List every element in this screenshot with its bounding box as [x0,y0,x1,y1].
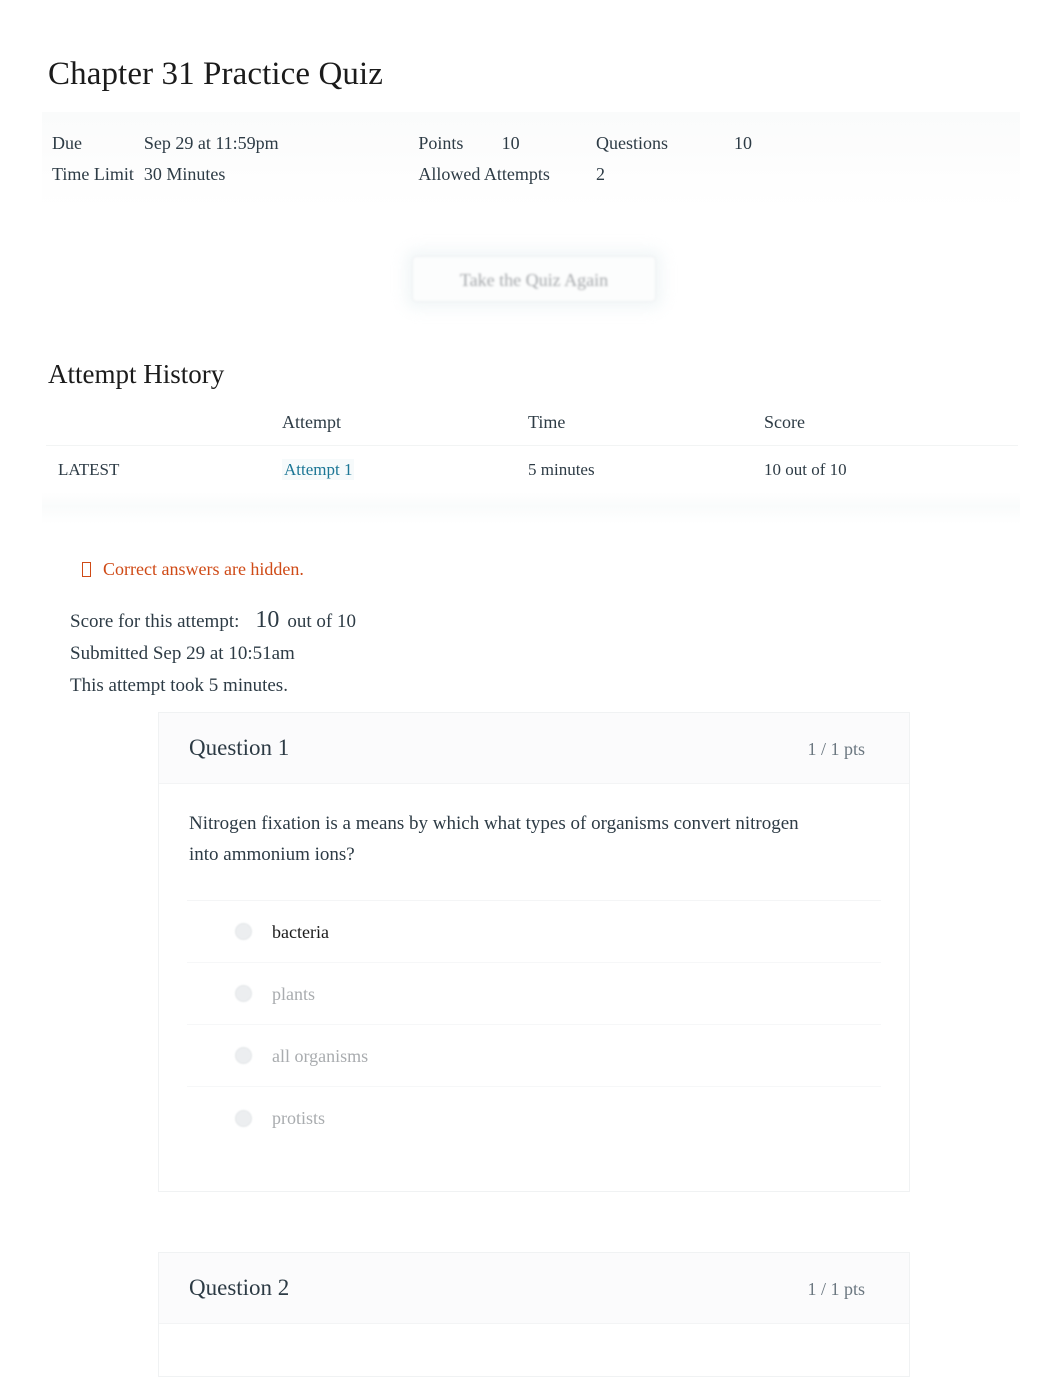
quiz-details-row-2: Time Limit 30 Minutes Allowed Attempts 2 [52,159,752,190]
quiz-results-page: Chapter 31 Practice Quiz Due Sep 29 at 1… [0,0,1062,1377]
allowed-attempts-label: Allowed Attempts [418,164,550,184]
attempt-history-footer-band [42,492,1020,524]
quiz-details-table: Due Sep 29 at 11:59pm Points 10 Question… [52,128,752,190]
quiz-details-row-1: Due Sep 29 at 11:59pm Points 10 Question… [52,128,752,159]
due-label: Due [52,133,82,153]
attempt-history-table: Attempt Time Score LATEST Attempt 1 5 mi… [46,406,1018,495]
score-value: 10 [255,607,280,633]
hidden-answers-notice: Correct answers are hidden. [82,556,304,582]
warning-tofu-icon [82,561,91,577]
due-value: Sep 29 at 11:59pm [143,133,279,153]
radio-button-icon[interactable] [235,1109,252,1127]
duration-line: This attempt took 5 minutes. [70,675,288,696]
answer-option[interactable]: all organisms [187,1025,881,1087]
take-quiz-again-button[interactable]: Take the Quiz Again [412,256,656,302]
radio-button-icon[interactable] [235,985,252,1002]
score-for-attempt-line: Score for this attempt: 10 out of 10 [70,604,356,638]
attempt-history-header-row: Attempt Time Score [46,406,1018,446]
points-value: 10 [501,133,520,153]
answer-option[interactable]: protists [187,1087,881,1149]
attempt-1-link[interactable]: Attempt 1 [282,459,355,480]
radio-button-icon[interactable] [235,923,252,940]
score-summary: Score for this attempt: 10 out of 10 Submi… [70,604,356,702]
attempt-history-heading: Attempt History [48,359,225,389]
answer-list: bacteria plants all organisms protists [187,900,881,1149]
attempt-time: 5 minutes [528,445,764,495]
question-title: Question 1 [189,735,290,760]
question-points: 1 / 1 pts [807,1279,865,1299]
points-label: Points [418,133,464,153]
score-label: Score for this attempt: [70,611,240,632]
question-header: Question 2 1 / 1 pts [159,1253,909,1324]
question-body [159,1324,909,1348]
col-attempt: Attempt [282,406,528,446]
latest-marker: LATEST [46,445,282,495]
time-limit-value: 30 Minutes [143,164,226,184]
questions-value: 10 [734,133,752,153]
attempt-score: 10 out of 10 [764,445,1018,495]
question-title: Question 2 [189,1275,290,1300]
answer-label: plants [272,983,315,1004]
question-card: Question 1 1 / 1 pts Nitrogen fixation i… [158,712,910,1192]
answer-option[interactable]: bacteria [187,901,881,963]
retake-quiz-area: Take the Quiz Again [404,245,666,313]
table-row: LATEST Attempt 1 5 minutes 10 out of 10 [46,445,1018,495]
allowed-attempts-value: 2 [595,164,605,184]
score-suffix: out of 10 [287,611,356,632]
attempt-cell: Attempt 1 [282,445,528,495]
question-header: Question 1 1 / 1 pts [159,713,909,784]
answer-label: protists [272,1108,326,1128]
answer-label: bacteria [272,921,329,942]
question-points: 1 / 1 pts [807,739,865,759]
attempt-history-head: Attempt Time Score [46,406,1018,446]
answer-option[interactable]: plants [187,963,881,1025]
col-time: Time [528,406,764,446]
question-text: Nitrogen fixation is a means by which wh… [189,813,799,865]
radio-button-icon[interactable] [235,1047,252,1064]
hidden-answers-text: Correct answers are hidden. [103,559,304,579]
answer-label: all organisms [272,1045,369,1066]
attempt-history-body: LATEST Attempt 1 5 minutes 10 out of 10 [46,445,1018,495]
col-score: Score [764,406,1018,446]
question-card: Question 2 1 / 1 pts [158,1252,910,1377]
submitted-line: Submitted Sep 29 at 10:51am [70,643,295,664]
questions-label: Questions [595,133,668,153]
time-limit-label: Time Limit [52,164,134,184]
page-title: Chapter 31 Practice Quiz [48,56,384,92]
col-marker [46,406,282,446]
question-body: Nitrogen fixation is a means by which wh… [159,784,909,1149]
